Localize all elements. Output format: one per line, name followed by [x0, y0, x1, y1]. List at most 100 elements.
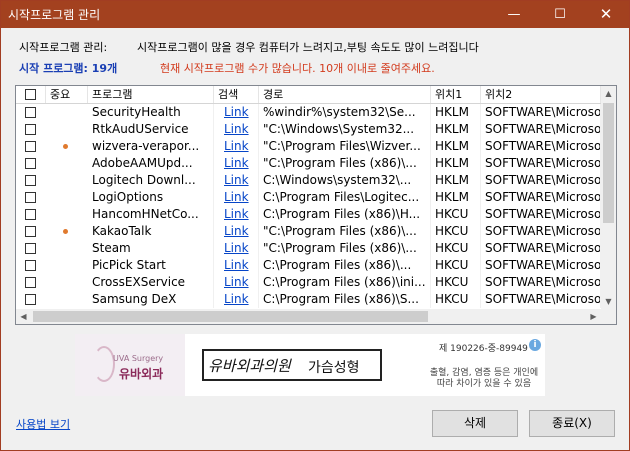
cell-location2: SOFTWARE\Microso — [481, 223, 601, 240]
cell-program: CrossEXService — [88, 274, 214, 291]
maximize-button[interactable]: ☐ — [537, 1, 583, 28]
title-bar[interactable]: 시작프로그램 관리 — ☐ ✕ — [1, 1, 629, 28]
table-row[interactable]: SecurityHealth Link %windir%\system32\Se..… — [16, 104, 601, 121]
row-checkbox[interactable] — [25, 158, 36, 169]
cell-path: C:\Program Files (x86)\S... — [259, 291, 431, 308]
cell-location2: SOFTWARE\Microso — [481, 257, 601, 274]
banner-registration: 제 190226-중-89949 — [439, 344, 528, 354]
table-row[interactable]: HancomHNetCo... Link C:\Program Files (x86… — [16, 206, 601, 223]
header-program[interactable]: 프로그램 — [88, 86, 214, 103]
row-checkbox[interactable] — [25, 175, 36, 186]
banner-brand: 유바외과 — [119, 367, 164, 381]
cell-search-link[interactable]: Link — [214, 240, 259, 257]
horizontal-scroll-thumb[interactable] — [33, 311, 428, 322]
ad-info-icon[interactable]: i — [529, 339, 541, 351]
scroll-left-arrow-icon[interactable]: ◀ — [16, 309, 31, 324]
row-checkbox[interactable] — [25, 107, 36, 118]
row-checkbox[interactable] — [25, 124, 36, 135]
row-checkbox[interactable] — [25, 277, 36, 288]
cell-search-link[interactable]: Link — [214, 223, 259, 240]
header-location2[interactable]: 위치2 — [481, 86, 601, 103]
info-label: 시작프로그램 관리: — [19, 41, 108, 54]
cell-search-link[interactable]: Link — [214, 138, 259, 155]
header-location1[interactable]: 위치1 — [431, 86, 481, 103]
header-important[interactable]: 중요 — [46, 86, 88, 103]
horizontal-scrollbar[interactable]: ◀ ▶ — [16, 309, 601, 324]
banner-slogan: 가슴성형 — [308, 360, 360, 376]
startup-manager-window: 시작프로그램 관리 — ☐ ✕ 시작프로그램 관리: 시작프로그램이 많을 경우… — [0, 0, 630, 451]
cell-search-link[interactable]: Link — [214, 155, 259, 172]
cell-search-link[interactable]: Link — [214, 189, 259, 206]
cell-location2: SOFTWARE\Microso — [481, 121, 601, 138]
close-button[interactable]: ✕ — [583, 1, 629, 28]
header-search[interactable]: 검색 — [214, 86, 259, 103]
vertical-scroll-thumb[interactable] — [603, 103, 614, 223]
cell-search-link[interactable]: Link — [214, 206, 259, 223]
cell-search-link[interactable]: Link — [214, 291, 259, 308]
table-row[interactable]: RtkAudUService Link "C:\Windows\System32..… — [16, 121, 601, 138]
table-row[interactable]: Steam Link "C:\Program Files (x86)\... HKCU… — [16, 240, 601, 257]
scroll-right-arrow-icon[interactable]: ▶ — [586, 309, 601, 324]
table-row[interactable]: AdobeAAMUpd... Link "C:\Program Files (x86… — [16, 155, 601, 172]
cell-path: C:\Program Files (x86)\... — [259, 257, 431, 274]
table-header: 중요 프로그램 검색 경로 위치1 위치2 — [16, 86, 601, 104]
row-checkbox[interactable] — [25, 141, 36, 152]
usage-guide-link[interactable]: 사용법 보기 — [16, 416, 70, 432]
cell-program: LogiOptions — [88, 189, 214, 206]
select-all-checkbox[interactable] — [25, 89, 36, 100]
table-row[interactable]: CrossEXService Link C:\Program Files (x86)… — [16, 274, 601, 291]
delete-button[interactable]: 삭제 — [432, 410, 518, 437]
cell-location1: HKCU — [431, 257, 481, 274]
startup-count: 시작 프로그램: 19개 — [19, 62, 118, 75]
exit-button[interactable]: 종료(X) — [529, 410, 615, 437]
vertical-scrollbar[interactable]: ▲ ▼ — [601, 86, 616, 309]
table-row[interactable]: Logitech Downl... Link C:\Windows\system32… — [16, 172, 601, 189]
row-checkbox[interactable] — [25, 226, 36, 237]
cell-search-link[interactable]: Link — [214, 104, 259, 121]
cell-location1: HKCU — [431, 291, 481, 308]
minimize-button[interactable]: — — [491, 1, 537, 28]
row-checkbox[interactable] — [25, 209, 36, 220]
table-row[interactable]: KakaoTalk Link "C:\Program Files (x86)\...… — [16, 223, 601, 240]
cell-program: Samsung DeX — [88, 291, 214, 308]
ad-banner[interactable]: UVA Surgery 유바외과 유바외과의원 가슴성형 제 190226-중-… — [75, 334, 545, 396]
cell-program: Steam — [88, 240, 214, 257]
cell-location1: HKCU — [431, 274, 481, 291]
table-row[interactable]: Samsung DeX Link C:\Program Files (x86)\S.… — [16, 291, 601, 308]
scroll-up-arrow-icon[interactable]: ▲ — [601, 86, 616, 101]
clinic-logo-icon — [93, 346, 115, 382]
cell-search-link[interactable]: Link — [214, 172, 259, 189]
cell-location1: HKLM — [431, 189, 481, 206]
cell-search-link[interactable]: Link — [214, 257, 259, 274]
cell-location2: SOFTWARE\Microso — [481, 206, 601, 223]
row-checkbox[interactable] — [25, 243, 36, 254]
table-row[interactable]: LogiOptions Link C:\Program Files\Logitec.… — [16, 189, 601, 206]
banner-brand-en: UVA Surgery — [113, 354, 164, 363]
cell-location2: SOFTWARE\Microso — [481, 240, 601, 257]
table-row[interactable]: PicPick Start Link C:\Program Files (x86)\… — [16, 257, 601, 274]
row-checkbox[interactable] — [25, 260, 36, 271]
cell-search-link[interactable]: Link — [214, 121, 259, 138]
cell-location2: SOFTWARE\Microso — [481, 291, 601, 308]
header-path[interactable]: 경로 — [259, 86, 431, 103]
cell-path: %windir%\system32\Se... — [259, 104, 431, 121]
row-checkbox[interactable] — [25, 294, 36, 305]
cell-path: C:\Program Files (x86)\ini... — [259, 274, 431, 291]
warning-message: 현재 시작프로그램 수가 많습니다. 10개 이내로 줄여주세요. — [160, 62, 435, 75]
table-row[interactable]: wizvera-verapor... Link "C:\Program Files\… — [16, 138, 601, 155]
cell-path: "C:\Program Files\Wizver... — [259, 138, 431, 155]
cell-path: C:\Program Files (x86)\H... — [259, 206, 431, 223]
cell-path: "C:\Windows\System32... — [259, 121, 431, 138]
cell-search-link[interactable]: Link — [214, 274, 259, 291]
cell-location2: SOFTWARE\Microso — [481, 189, 601, 206]
cell-program: SecurityHealth — [88, 104, 214, 121]
cell-program: Logitech Downl... — [88, 172, 214, 189]
cell-location2: SOFTWARE\Microso — [481, 274, 601, 291]
row-checkbox[interactable] — [25, 192, 36, 203]
cell-program: HancomHNetCo... — [88, 206, 214, 223]
banner-slogan-box: 유바외과의원 가슴성형 — [202, 349, 382, 381]
important-dot-icon — [63, 144, 68, 149]
scroll-down-arrow-icon[interactable]: ▼ — [601, 294, 616, 309]
cell-location1: HKLM — [431, 155, 481, 172]
startup-program-list: 중요 프로그램 검색 경로 위치1 위치2 SecurityHealth Link… — [15, 85, 617, 325]
